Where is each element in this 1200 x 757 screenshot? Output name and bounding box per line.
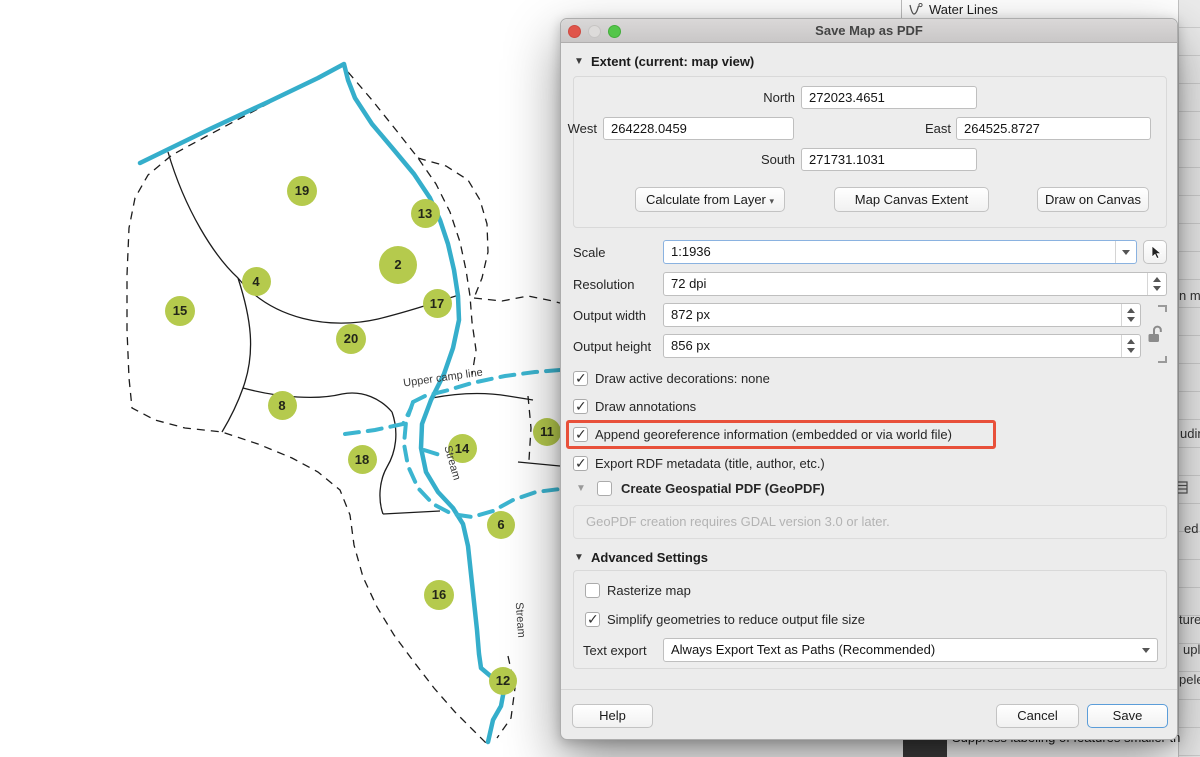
output-width-spinner[interactable] <box>1121 304 1140 326</box>
south-label: South <box>561 152 795 167</box>
west-input[interactable]: 264228.0459 <box>603 117 794 140</box>
map-marker-20: 20 <box>336 324 366 354</box>
map-marker-8: 8 <box>268 391 297 420</box>
map-marker-12: 12 <box>489 667 517 695</box>
geopdf-note-box: GeoPDF creation requires GDAL version 3.… <box>573 505 1167 539</box>
layer-item-water-lines[interactable]: Water Lines <box>908 0 998 18</box>
output-height-spinner[interactable] <box>1121 335 1140 357</box>
parcel-boundary-dashed <box>127 64 487 744</box>
north-label: North <box>561 90 795 105</box>
set-scale-from-canvas-button[interactable] <box>1143 240 1167 264</box>
polyline-layer-icon <box>908 3 924 16</box>
panel-divider <box>901 0 902 18</box>
background-text-fragment: udin <box>1180 426 1200 441</box>
export-rdf-label: Export RDF metadata (title, author, etc.… <box>595 456 825 471</box>
scale-value: 1:1936 <box>671 244 711 259</box>
background-text-fragment: pele <box>1179 672 1200 687</box>
collapse-triangle-icon[interactable]: ▼ <box>574 56 584 67</box>
layer-label: Water Lines <box>929 2 998 17</box>
map-marker-13: 13 <box>411 199 440 228</box>
map-marker-18: 18 <box>348 445 377 474</box>
parcel-boundary-dashed <box>528 396 531 460</box>
create-geopdf-checkbox[interactable] <box>597 481 612 496</box>
calculate-from-layer-button[interactable]: Calculate from Layer ▾ <box>635 187 785 212</box>
bracket-icon <box>1158 356 1167 363</box>
append-georeference-label: Append georeference information (embedde… <box>595 427 952 442</box>
background-text-fragment: ed <box>1184 521 1198 536</box>
geopdf-collapse-triangle-icon[interactable]: ▼ <box>576 483 586 494</box>
output-height-label: Output height <box>573 339 651 354</box>
map-marker-2: 2 <box>379 246 417 284</box>
text-export-dropdown[interactable]: Always Export Text as Paths (Recommended… <box>663 638 1158 662</box>
cancel-button[interactable]: Cancel <box>996 704 1079 728</box>
map-marker-15: 15 <box>165 296 195 326</box>
create-geopdf-label: Create Geospatial PDF (GeoPDF) <box>621 481 825 496</box>
map-marker-4: 4 <box>242 267 271 296</box>
scale-combobox[interactable]: 1:1936 <box>663 240 1137 264</box>
resolution-spinner[interactable] <box>1147 273 1166 295</box>
background-text-fragment: n m <box>1179 288 1200 303</box>
west-label: West <box>561 121 597 136</box>
simplify-geometries-label: Simplify geometries to reduce output fil… <box>607 612 865 627</box>
map-canvas: 191324151720818141161612Upper camp lineS… <box>0 0 560 757</box>
background-text-fragment: ture <box>1179 612 1200 627</box>
list-icon <box>1176 481 1191 494</box>
text-export-label: Text export <box>583 643 647 658</box>
save-button[interactable]: Save <box>1087 704 1168 728</box>
save-map-as-pdf-dialog: Save Map as PDF ▼ Extent (current: map v… <box>560 18 1178 740</box>
bracket-icon <box>1158 305 1167 312</box>
cursor-icon <box>1147 244 1163 260</box>
export-rdf-checkbox[interactable] <box>573 456 588 471</box>
map-marker-16: 16 <box>424 580 454 610</box>
output-width-value: 872 px <box>671 307 710 322</box>
map-marker-11: 11 <box>533 418 561 446</box>
draw-decorations-checkbox[interactable] <box>573 371 588 386</box>
draw-annotations-label: Draw annotations <box>595 399 696 414</box>
output-width-spinbox[interactable]: 872 px <box>663 303 1141 327</box>
stream-line-solid <box>140 64 504 742</box>
map-canvas-extent-button[interactable]: Map Canvas Extent <box>834 187 989 212</box>
parcel-boundary-dashed <box>474 296 560 303</box>
scale-dropdown-arrow-icon[interactable] <box>1115 241 1136 263</box>
north-input[interactable]: 272023.4651 <box>801 86 977 109</box>
scale-label: Scale <box>573 245 606 260</box>
text-export-value: Always Export Text as Paths (Recommended… <box>671 642 935 657</box>
output-height-value: 856 px <box>671 338 710 353</box>
footer-separator <box>561 689 1177 690</box>
geopdf-note-text: GeoPDF creation requires GDAL version 3.… <box>586 506 890 538</box>
rasterize-map-checkbox[interactable] <box>585 583 600 598</box>
east-input[interactable]: 264525.8727 <box>956 117 1151 140</box>
text-export-dropdown-arrow-icon[interactable] <box>1136 639 1157 661</box>
calculate-from-layer-label: Calculate from Layer <box>646 192 766 207</box>
map-marker-6: 6 <box>487 511 515 539</box>
resolution-label: Resolution <box>573 277 634 292</box>
output-height-spinbox[interactable]: 856 px <box>663 334 1141 358</box>
simplify-geometries-checkbox[interactable] <box>585 612 600 627</box>
map-text-label: Stream <box>513 602 527 638</box>
draw-on-canvas-button[interactable]: Draw on Canvas <box>1037 187 1149 212</box>
advanced-settings-header[interactable]: Advanced Settings <box>591 550 708 565</box>
help-button[interactable]: Help <box>572 704 653 728</box>
append-georeference-checkbox[interactable] <box>573 427 588 442</box>
lock-aspect-ratio-control[interactable] <box>1147 305 1169 363</box>
extent-section-header[interactable]: Extent (current: map view) <box>591 54 754 69</box>
east-label: East <box>861 121 951 136</box>
dropdown-arrow-icon: ▾ <box>770 196 775 206</box>
rasterize-map-label: Rasterize map <box>607 583 691 598</box>
output-width-label: Output width <box>573 308 646 323</box>
resolution-value: 72 dpi <box>671 276 706 291</box>
draw-annotations-checkbox[interactable] <box>573 399 588 414</box>
open-padlock-icon <box>1147 324 1164 343</box>
map-marker-19: 19 <box>287 176 317 206</box>
south-input[interactable]: 271731.1031 <box>801 148 977 171</box>
draw-decorations-label: Draw active decorations: none <box>595 371 770 386</box>
resolution-spinbox[interactable]: 72 dpi <box>663 272 1167 296</box>
advanced-collapse-triangle-icon[interactable]: ▼ <box>574 552 584 563</box>
map-marker-17: 17 <box>423 289 452 318</box>
dialog-titlebar[interactable]: Save Map as PDF <box>561 19 1177 43</box>
background-text-fragment: upli <box>1183 642 1200 657</box>
dialog-title: Save Map as PDF <box>561 19 1177 43</box>
